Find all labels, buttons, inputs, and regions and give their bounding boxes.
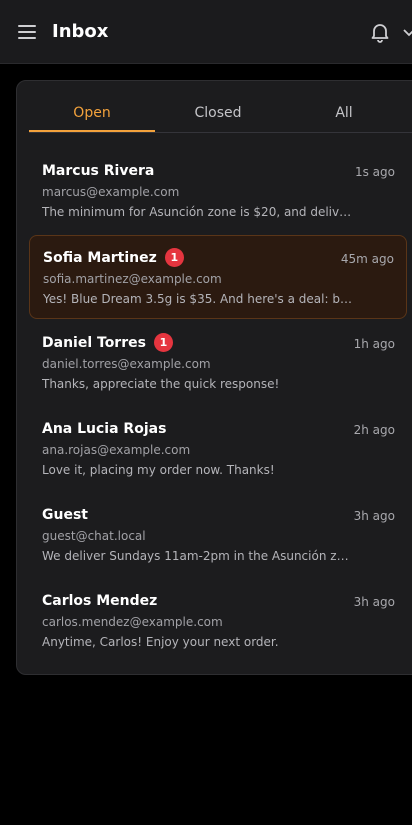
contact-name: Daniel Torres	[42, 335, 146, 351]
contact-email: daniel.torres@example.com	[42, 357, 211, 371]
contact-email: guest@chat.local	[42, 529, 146, 543]
message-preview: We deliver Sundays 11am-2pm in the Asunc…	[42, 549, 352, 563]
contact-email: sofia.martinez@example.com	[43, 272, 222, 286]
timestamp: 3h ago	[353, 509, 395, 523]
timestamp: 1h ago	[353, 337, 395, 351]
conversation-item-daniel-torres[interactable]: Daniel Torres 1 1h ago daniel.torres@exam…	[29, 321, 407, 405]
contact-email: carlos.mendez@example.com	[42, 615, 223, 629]
page-title: Inbox	[52, 21, 109, 42]
conversation-item-ana-lucia-rojas[interactable]: Ana Lucia Rojas 2h ago ana.rojas@example…	[29, 407, 407, 491]
chevron-down-icon[interactable]	[402, 24, 412, 40]
message-preview: Thanks, appreciate the quick response!	[42, 377, 280, 391]
contact-name: Guest	[42, 507, 88, 523]
bell-icon[interactable]	[368, 20, 392, 44]
timestamp: 45m ago	[340, 252, 394, 266]
conversation-item-sofia-martinez[interactable]: Sofia Martinez 1 45m ago sofia.martinez@e…	[29, 235, 407, 319]
tab-bar: Open Closed All	[29, 95, 412, 133]
hamburger-menu-icon[interactable]	[16, 22, 38, 42]
contact-email: ana.rojas@example.com	[42, 443, 191, 457]
tab-closed[interactable]: Closed	[155, 95, 281, 132]
message-preview: Yes! Blue Dream 3.5g is $35. And here's …	[43, 292, 353, 306]
message-preview: Anytime, Carlos! Enjoy your next order.	[42, 635, 279, 649]
conversation-item-guest[interactable]: Guest 3h ago guest@chat.local We deliver…	[29, 493, 407, 577]
timestamp: 3h ago	[353, 595, 395, 609]
tab-open[interactable]: Open	[29, 95, 155, 132]
contact-name: Marcus Rivera	[42, 163, 155, 179]
timestamp: 2h ago	[353, 423, 395, 437]
top-app-bar: Inbox	[0, 0, 412, 64]
contact-name: Carlos Mendez	[42, 593, 158, 609]
conversation-item-carlos-mendez[interactable]: Carlos Mendez 3h ago carlos.mendez@examp…	[29, 579, 407, 663]
tab-all[interactable]: All	[281, 95, 407, 132]
message-preview: The minimum for Asunción zone is $20, an…	[42, 205, 352, 219]
timestamp: 1s ago	[354, 165, 395, 179]
contact-name: Sofia Martinez	[43, 250, 157, 266]
unread-badge: 1	[164, 248, 184, 267]
inbox-panel: Open Closed All Marcus Rivera 1s ago mar…	[16, 80, 412, 675]
conversation-item-marcus-rivera[interactable]: Marcus Rivera 1s ago marcus@example.com …	[29, 149, 407, 233]
contact-email: marcus@example.com	[42, 185, 180, 199]
message-preview: Love it, placing my order now. Thanks!	[42, 463, 275, 477]
unread-badge: 1	[153, 333, 173, 352]
contact-name: Ana Lucia Rojas	[42, 421, 167, 437]
